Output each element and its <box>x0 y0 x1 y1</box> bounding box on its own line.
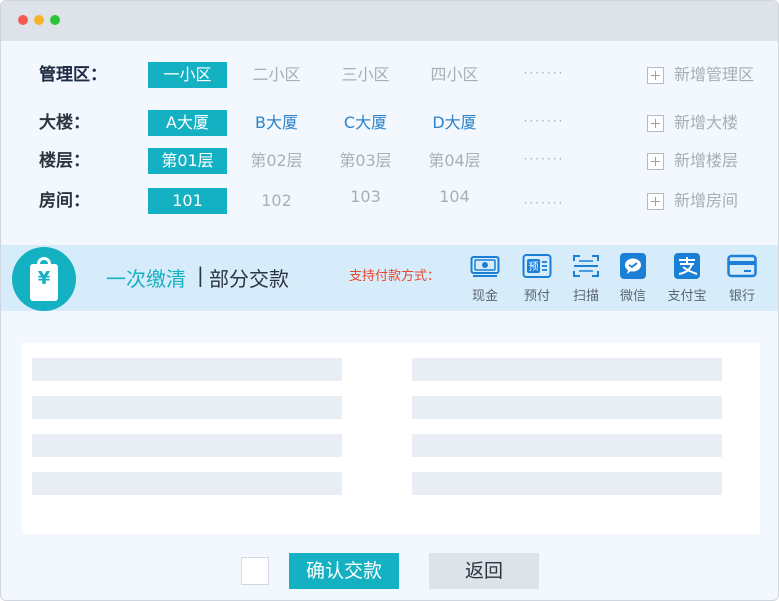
form-field-right-1[interactable] <box>412 358 722 381</box>
form-field-left-3[interactable] <box>32 434 342 457</box>
close-window-button[interactable] <box>18 15 28 25</box>
bank-card-icon <box>727 254 757 278</box>
confirm-checkbox[interactable] <box>241 557 269 585</box>
scan-icon <box>573 255 599 277</box>
option-floor-04[interactable]: 第04层 <box>415 148 494 174</box>
prepaid-icon-text: 预 <box>529 261 539 273</box>
alipay-icon <box>674 253 700 279</box>
plus-icon <box>647 193 664 210</box>
bank-label: 银行 <box>728 289 755 304</box>
pay-method-prepaid[interactable]: 预 预付 <box>512 253 562 309</box>
floor-row: 楼层： 第01层 第02层 第03层 第04层 ······· 新增楼层 <box>1 148 778 174</box>
pay-method-bank[interactable]: 银行 <box>717 253 767 309</box>
management-area-label: 管理区： <box>39 65 107 85</box>
scan-label: 扫描 <box>572 289 599 304</box>
form-field-right-3[interactable] <box>412 434 722 457</box>
option-room-104[interactable]: 104 <box>415 184 494 210</box>
cash-icon <box>470 256 500 277</box>
tab-partial-payment[interactable]: 部分交款 <box>209 263 289 292</box>
building-label: 大楼： <box>39 113 90 133</box>
prepaid-label: 预付 <box>523 289 550 304</box>
money-bag-icon: ¥ <box>12 247 76 311</box>
tab-pay-in-full[interactable]: 一次缴清 <box>106 263 186 292</box>
floor-label: 楼层： <box>39 151 90 171</box>
option-area-3[interactable]: 三小区 <box>326 62 405 88</box>
payment-bar: ¥ 一次缴清 | 部分交款 支持付款方式： 现金 预 预付 扫描 微信 支付宝 … <box>1 245 778 311</box>
yen-icon: ¥ <box>37 268 51 289</box>
form-field-left-4[interactable] <box>32 472 342 495</box>
option-floor-01[interactable]: 第01层 <box>148 148 227 174</box>
cash-label: 现金 <box>471 289 498 304</box>
option-floor-02[interactable]: 第02层 <box>237 148 316 174</box>
wechat-label: 微信 <box>619 289 646 304</box>
plus-icon <box>647 115 664 132</box>
form-field-right-4[interactable] <box>412 472 722 495</box>
add-room-label: 新增房间 <box>674 191 739 210</box>
add-area-label: 新增管理区 <box>674 65 755 84</box>
more-buildings[interactable]: ······· <box>513 110 575 136</box>
app-window: 管理区： 一小区 二小区 三小区 四小区 ······· 新增管理区 大楼： A… <box>0 0 779 601</box>
option-building-d[interactable]: D大厦 <box>415 110 494 136</box>
title-bar <box>1 1 778 41</box>
option-building-c[interactable]: C大厦 <box>326 110 405 136</box>
plus-icon <box>647 153 664 170</box>
form-field-right-2[interactable] <box>412 396 722 419</box>
more-floors[interactable]: ······· <box>513 148 575 174</box>
room-row: 房间： 101 102 103 104 ······· 新增房间 <box>1 187 778 214</box>
minimize-window-button[interactable] <box>34 15 44 25</box>
back-button[interactable]: 返回 <box>429 553 539 589</box>
option-area-2[interactable]: 二小区 <box>237 62 316 88</box>
option-area-1[interactable]: 一小区 <box>148 62 227 88</box>
maximize-window-button[interactable] <box>50 15 60 25</box>
option-area-4[interactable]: 四小区 <box>415 62 494 88</box>
option-floor-03[interactable]: 第03层 <box>326 148 405 174</box>
prepaid-icon: 预 <box>522 254 552 278</box>
more-areas[interactable]: ······· <box>513 62 575 88</box>
plus-icon <box>647 67 664 84</box>
pay-method-scan[interactable]: 扫描 <box>561 253 611 309</box>
form-field-left-1[interactable] <box>32 358 342 381</box>
add-floor-label: 新增楼层 <box>674 151 739 170</box>
room-label: 房间： <box>39 191 90 211</box>
option-room-103[interactable]: 103 <box>326 184 405 210</box>
payment-form <box>22 343 760 534</box>
option-room-102[interactable]: 102 <box>237 188 316 214</box>
supported-payment-label: 支持付款方式： <box>349 269 441 284</box>
more-rooms[interactable]: ······· <box>513 192 575 218</box>
mode-separator: | <box>197 263 204 287</box>
pay-method-alipay[interactable]: 支付宝 <box>662 253 712 309</box>
pay-method-cash[interactable]: 现金 <box>460 253 510 309</box>
pay-method-wechat[interactable]: 微信 <box>608 253 658 309</box>
option-building-a[interactable]: A大厦 <box>148 110 227 136</box>
form-field-left-2[interactable] <box>32 396 342 419</box>
add-building-label: 新增大楼 <box>674 113 739 132</box>
option-room-101[interactable]: 101 <box>148 188 227 214</box>
alipay-label: 支付宝 <box>667 289 707 304</box>
option-building-b[interactable]: B大厦 <box>237 110 316 136</box>
confirm-payment-button[interactable]: 确认交款 <box>289 553 399 589</box>
wechat-icon <box>620 253 646 279</box>
management-area-row: 管理区： 一小区 二小区 三小区 四小区 ······· 新增管理区 <box>1 62 778 88</box>
building-row: 大楼： A大厦 B大厦 C大厦 D大厦 ······· 新增大楼 <box>1 110 778 136</box>
